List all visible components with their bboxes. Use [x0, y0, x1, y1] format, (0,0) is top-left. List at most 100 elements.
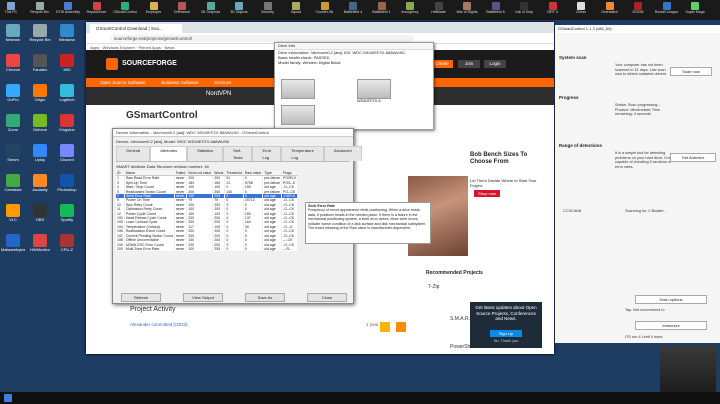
desktop-icon[interactable]: Spotify — [55, 204, 79, 230]
taskbar-app[interactable]: DOOM — [629, 2, 647, 18]
desktop-icon[interactable]: CPU-Z — [55, 234, 79, 260]
taskbar-app[interactable]: Squad — [287, 2, 305, 18]
rec-item[interactable]: 7-Zip — [428, 284, 439, 290]
app-label: Hellblade — [431, 10, 446, 14]
desktop-icon[interactable]: Origin — [28, 84, 52, 110]
desktop-icon[interactable]: Network — [1, 24, 25, 50]
taskbar-app[interactable]: 3D Objects — [230, 2, 248, 18]
app-icon — [434, 2, 443, 10]
taskbar-app[interactable]: Call of Duty — [515, 2, 533, 18]
column-header[interactable]: Failed — [174, 171, 188, 177]
refresh-button[interactable]: Refresh — [121, 293, 161, 302]
table-cell: Multi Zone Error Rate — [124, 246, 175, 252]
taskbar-app[interactable]: Insurgency — [401, 2, 419, 18]
tab-advanced[interactable]: Advanced — [323, 146, 362, 161]
taskbar-app[interactable]: This PC — [2, 2, 20, 18]
desktop-icon[interactable]: Malwarebytes — [1, 234, 25, 260]
url-input[interactable]: sourceforge.net/projects/gsmartcontrol/ — [110, 34, 414, 42]
app-icon — [520, 2, 528, 10]
tab-self-tests[interactable]: Self-Tests — [223, 146, 253, 161]
nav-business[interactable]: Business Software — [161, 78, 198, 87]
taskbar-app[interactable]: Counter-Str — [315, 2, 334, 18]
taskbar-app[interactable]: Recycle Bin — [30, 2, 49, 18]
desktop-icon[interactable]: Geforce — [28, 114, 52, 140]
desktop-icon[interactable]: Camtasia — [1, 174, 25, 200]
desktop-icon[interactable]: Zoom — [1, 114, 25, 140]
taskbar-app[interactable]: Hellblade — [430, 2, 448, 18]
taskbar-app[interactable]: Chess — [572, 2, 590, 18]
column-header[interactable]: Worst — [212, 171, 226, 177]
app-label: Call of Duty — [514, 10, 534, 14]
taskbar-app[interactable]: Super Mega — [685, 2, 705, 18]
tab-attributes[interactable]: Attributes — [150, 146, 188, 161]
taskbar-app[interactable]: DTW Assembly — [56, 2, 80, 18]
taskbar-app[interactable]: Employee — [145, 2, 163, 18]
column-header[interactable]: Norm-ed value — [186, 171, 214, 177]
table-row[interactable]: 200 Multi Zone Error Rate never 100 253 0 0 old… — [116, 246, 299, 252]
taskbar-app[interactable]: War of Rights — [456, 2, 478, 18]
browser-tab[interactable]: GSmartControl Download | Sou... — [90, 24, 182, 33]
activity-line[interactable]: Alexander committed [r2023] — [130, 322, 188, 327]
taskbar-app[interactable]: Overwatch — [601, 2, 619, 18]
taskbar-app[interactable]: DrReward — [173, 2, 191, 18]
desktop-icon-label: Recycle Bin — [29, 38, 51, 42]
desktop-icon[interactable]: Audacity — [28, 174, 52, 200]
desktop-icon[interactable]: OBS — [28, 204, 52, 230]
taskbar-app[interactable]: 3D Graphics — [201, 2, 220, 18]
no-thanks-link[interactable]: No, Thank you — [490, 339, 522, 345]
desktop-icon[interactable]: MSI — [55, 54, 79, 80]
desktop-icon[interactable]: VLC — [1, 204, 25, 230]
taskbar-app[interactable]: Battlefield 5 — [486, 2, 505, 18]
desktop-icon[interactable]: Recycle Bin — [28, 24, 52, 50]
desktop-icon[interactable]: Fanatec — [28, 54, 52, 80]
scan-now-button[interactable]: Scan now — [670, 67, 712, 76]
taskbar-app[interactable]: Battlefield 4 — [344, 2, 362, 18]
desktop-icon[interactable]: Chrome — [1, 54, 25, 80]
app-icon — [577, 2, 585, 10]
tab-temperature-log[interactable]: Temperature Log — [281, 146, 324, 161]
save-as-button[interactable]: Save As — [245, 293, 285, 302]
star-icon[interactable] — [380, 322, 390, 332]
close-button[interactable]: Close — [307, 293, 347, 302]
signup-button[interactable]: Sign Up — [490, 330, 522, 337]
ad-banner[interactable]: Bob Bench Sizes To Choose From — [408, 150, 548, 176]
view-output-button[interactable]: View Output — [183, 293, 223, 302]
desktop-icon[interactable]: HWMonitor — [28, 234, 52, 260]
taskbar-app[interactable]: Rocket League — [655, 2, 678, 18]
desktop-icon[interactable]: Kingston — [55, 114, 79, 140]
immunize-button[interactable]: Immunize — [635, 321, 707, 330]
tab-statistics[interactable]: Statistics — [187, 146, 224, 161]
taskbar-app[interactable]: RepairDriver — [87, 2, 106, 18]
start-icon[interactable] — [4, 394, 12, 402]
shortcut-icon — [33, 54, 47, 67]
login-button[interactable]: Login — [484, 60, 506, 68]
tab-general[interactable]: General — [116, 146, 151, 161]
app-label: Super Mega — [685, 10, 705, 14]
get-antivirus-button[interactable]: Get Antivirus — [670, 153, 716, 162]
rss-icon[interactable] — [396, 322, 406, 332]
column-header[interactable]: Raw value — [243, 171, 264, 177]
create-button[interactable]: Create — [431, 60, 453, 68]
desktop-icon[interactable]: Logitech — [55, 84, 79, 110]
taskbar-app[interactable]: Security — [259, 2, 277, 18]
hard-drive-icon[interactable] — [281, 105, 315, 125]
shop-now-button[interactable]: Shop now — [474, 190, 500, 197]
desktop-icon[interactable]: GoPro — [1, 84, 25, 110]
hard-drive-icon[interactable] — [281, 79, 315, 99]
hard-drive-icon[interactable] — [357, 79, 391, 99]
desktop-icon-label: Network — [5, 38, 21, 42]
tab-error-log[interactable]: Error Log — [252, 146, 282, 161]
nav-open-source[interactable]: Open Source Software — [100, 78, 146, 87]
nav-services[interactable]: Services — [214, 78, 231, 87]
desktop-icon[interactable]: Windows — [55, 24, 79, 50]
taskbar-app[interactable]: Battlefield 1 — [372, 2, 391, 18]
desktop-icon[interactable]: Photoshop — [55, 174, 79, 200]
desktop-icon[interactable]: Steam — [1, 144, 25, 170]
join-button[interactable]: Join — [458, 60, 480, 68]
desktop-icon[interactable]: Discord — [55, 144, 79, 170]
scan-options-button[interactable]: Scan options — [635, 295, 707, 304]
taskbar-app[interactable]: DiRT 4 — [544, 2, 562, 18]
desktop-icon[interactable]: Uplay — [28, 144, 52, 170]
taskbar-app[interactable]: GSmartControl — [113, 2, 137, 18]
column-header[interactable]: Threshold — [224, 171, 244, 177]
